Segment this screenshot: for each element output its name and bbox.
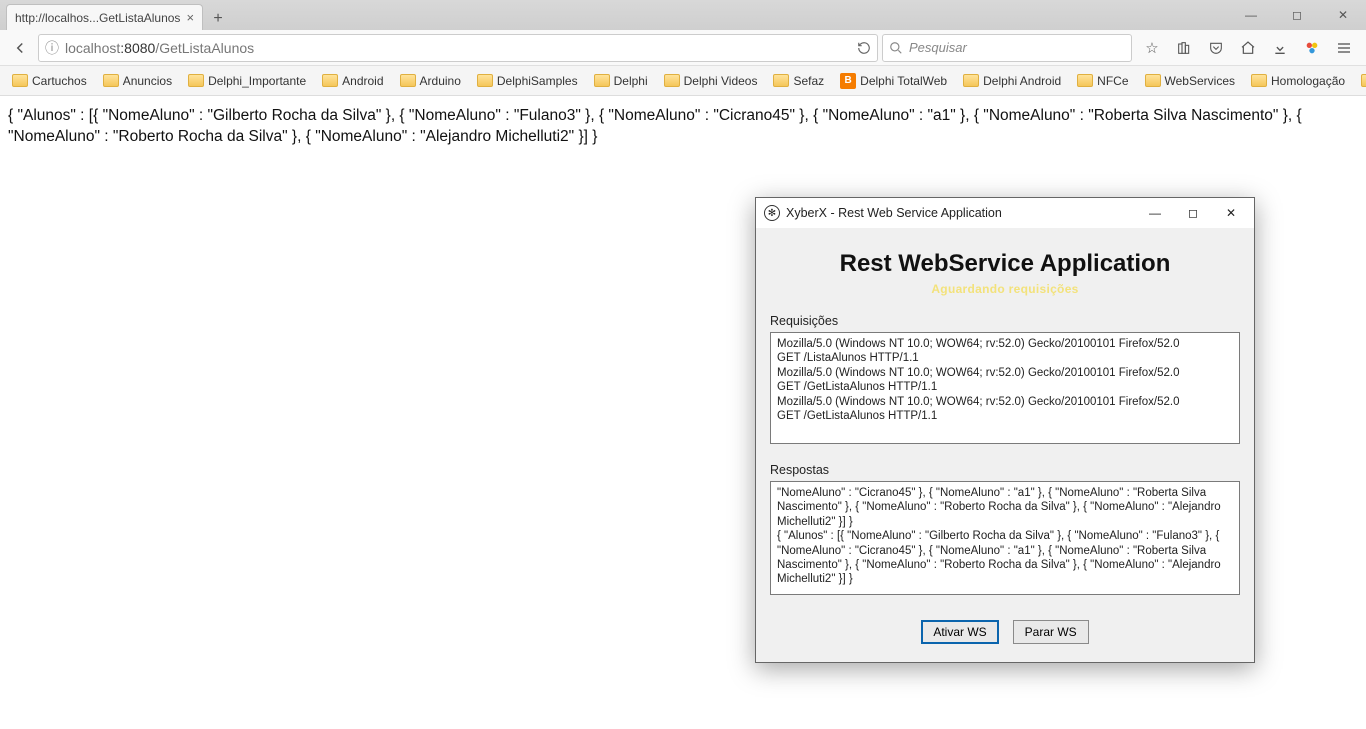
- bookmark-label: NFCe: [1097, 74, 1128, 88]
- folder-icon: [322, 74, 338, 87]
- url-bar[interactable]: ⓘ localhost:8080/GetListaAlunos: [38, 34, 878, 62]
- bookmark-label: Delphi TotalWeb: [860, 74, 947, 88]
- new-tab-button[interactable]: +: [205, 8, 231, 30]
- toolbar-icons: ☆: [1136, 34, 1360, 62]
- app-titlebar[interactable]: ✻ XyberX - Rest Web Service Application …: [756, 198, 1254, 228]
- folder-icon: [12, 74, 28, 87]
- bookmark-item[interactable]: Sefaz: [767, 72, 830, 90]
- app-body: Rest WebService Application Aguardando r…: [756, 228, 1254, 662]
- label-requisicoes: Requisições: [770, 314, 1240, 328]
- label-respostas: Respostas: [770, 463, 1240, 477]
- bookmark-item[interactable]: Android: [316, 72, 389, 90]
- folder-icon: [103, 74, 119, 87]
- app-close-button[interactable]: ✕: [1212, 199, 1250, 227]
- memo-respostas[interactable]: [770, 481, 1240, 595]
- close-button[interactable]: ✕: [1320, 0, 1366, 30]
- tab-strip: http://localhos...GetListaAlunos × +: [0, 4, 231, 30]
- reload-icon[interactable]: [857, 41, 871, 55]
- back-button[interactable]: [6, 34, 34, 62]
- folder-icon: [664, 74, 680, 87]
- folder-icon: [1251, 74, 1267, 87]
- page-body: { "Alunos" : [{ "NomeAluno" : "Gilberto …: [0, 96, 1366, 158]
- folder-icon: [773, 74, 789, 87]
- bookmark-item[interactable]: DelphiSamples: [471, 72, 584, 90]
- identity-icon[interactable]: ⓘ: [45, 38, 59, 58]
- bookmark-item[interactable]: Homologação: [1245, 72, 1351, 90]
- app-subtitle: Aguardando requisições: [770, 282, 1240, 296]
- bookmark-label: Anuncios: [123, 74, 172, 88]
- tab-label: http://localhos...GetListaAlunos: [15, 11, 180, 25]
- folder-icon: [188, 74, 204, 87]
- app-title: XyberX - Rest Web Service Application: [786, 206, 1002, 220]
- search-placeholder: Pesquisar: [909, 40, 967, 55]
- search-icon: [889, 41, 903, 55]
- bookmark-item[interactable]: WebServices: [1139, 72, 1241, 90]
- folder-icon: [1077, 74, 1093, 87]
- bookmark-item[interactable]: Delphi Android: [957, 72, 1067, 90]
- search-bar[interactable]: Pesquisar: [882, 34, 1132, 62]
- bookmark-label: Android: [342, 74, 383, 88]
- home-icon[interactable]: [1232, 34, 1264, 62]
- bookmark-item[interactable]: Delphi Videos: [658, 72, 764, 90]
- bookmark-item[interactable]: Anuncios: [97, 72, 178, 90]
- bookmark-label: Sefaz: [793, 74, 824, 88]
- bookmark-item[interactable]: Arduino: [394, 72, 467, 90]
- folder-icon: [1145, 74, 1161, 87]
- bookmark-item[interactable]: Delphi_Importante: [182, 72, 312, 90]
- app-button-row: Ativar WS Parar WS: [770, 620, 1240, 644]
- folder-icon: [400, 74, 416, 87]
- bookmark-label: Homologação: [1271, 74, 1345, 88]
- bookmark-item[interactable]: Delphi: [588, 72, 654, 90]
- app-minimize-button[interactable]: —: [1136, 199, 1174, 227]
- navbar: ⓘ localhost:8080/GetListaAlunos Pesquisa…: [0, 30, 1366, 66]
- tab-active[interactable]: http://localhos...GetListaAlunos ×: [6, 4, 203, 30]
- bookmark-label: Delphi Android: [983, 74, 1061, 88]
- url-port: :8080: [120, 40, 155, 56]
- extension-icon[interactable]: [1296, 34, 1328, 62]
- ativar-ws-button[interactable]: Ativar WS: [921, 620, 998, 644]
- bookmark-item[interactable]: PAF-ECF: [1355, 72, 1366, 90]
- bookmark-label: Delphi: [614, 74, 648, 88]
- folder-icon: [594, 74, 610, 87]
- bookmark-item[interactable]: Cartuchos: [6, 72, 93, 90]
- bookmark-label: Arduino: [420, 74, 461, 88]
- library-icon[interactable]: [1168, 34, 1200, 62]
- memo-requisicoes[interactable]: [770, 332, 1240, 444]
- app-window: ✻ XyberX - Rest Web Service Application …: [755, 197, 1255, 663]
- bookmark-star-icon[interactable]: ☆: [1136, 34, 1168, 62]
- browser-titlebar: http://localhos...GetListaAlunos × + — ◻…: [0, 0, 1366, 30]
- parar-ws-button[interactable]: Parar WS: [1013, 620, 1089, 644]
- bookmark-label: DelphiSamples: [497, 74, 578, 88]
- window-controls: — ◻ ✕: [1228, 0, 1366, 30]
- app-icon: ✻: [764, 205, 780, 221]
- bookmark-item[interactable]: B Delphi TotalWeb: [834, 71, 953, 91]
- folder-icon: [1361, 74, 1366, 87]
- folder-icon: [477, 74, 493, 87]
- url-path: /GetListaAlunos: [155, 40, 254, 56]
- folder-icon: [963, 74, 979, 87]
- downloads-icon[interactable]: [1264, 34, 1296, 62]
- menu-icon[interactable]: [1328, 34, 1360, 62]
- blogger-icon: B: [840, 73, 856, 89]
- bookmark-label: Delphi_Importante: [208, 74, 306, 88]
- pocket-icon[interactable]: [1200, 34, 1232, 62]
- bookmark-item[interactable]: NFCe: [1071, 72, 1134, 90]
- app-heading: Rest WebService Application: [770, 250, 1240, 278]
- bookmark-label: Delphi Videos: [684, 74, 758, 88]
- url-text: localhost:8080/GetListaAlunos: [65, 40, 851, 56]
- tab-close-icon[interactable]: ×: [186, 10, 194, 25]
- response-json-text: { "Alunos" : [{ "NomeAluno" : "Gilberto …: [8, 107, 1302, 145]
- app-window-controls: — ◻ ✕: [1136, 199, 1250, 227]
- app-maximize-button[interactable]: ◻: [1174, 199, 1212, 227]
- bookmark-label: WebServices: [1165, 74, 1235, 88]
- minimize-button[interactable]: —: [1228, 0, 1274, 30]
- bookmark-label: Cartuchos: [32, 74, 87, 88]
- maximize-button[interactable]: ◻: [1274, 0, 1320, 30]
- url-host: localhost: [65, 40, 120, 56]
- bookmarks-bar: Cartuchos Anuncios Delphi_Importante Androi…: [0, 66, 1366, 96]
